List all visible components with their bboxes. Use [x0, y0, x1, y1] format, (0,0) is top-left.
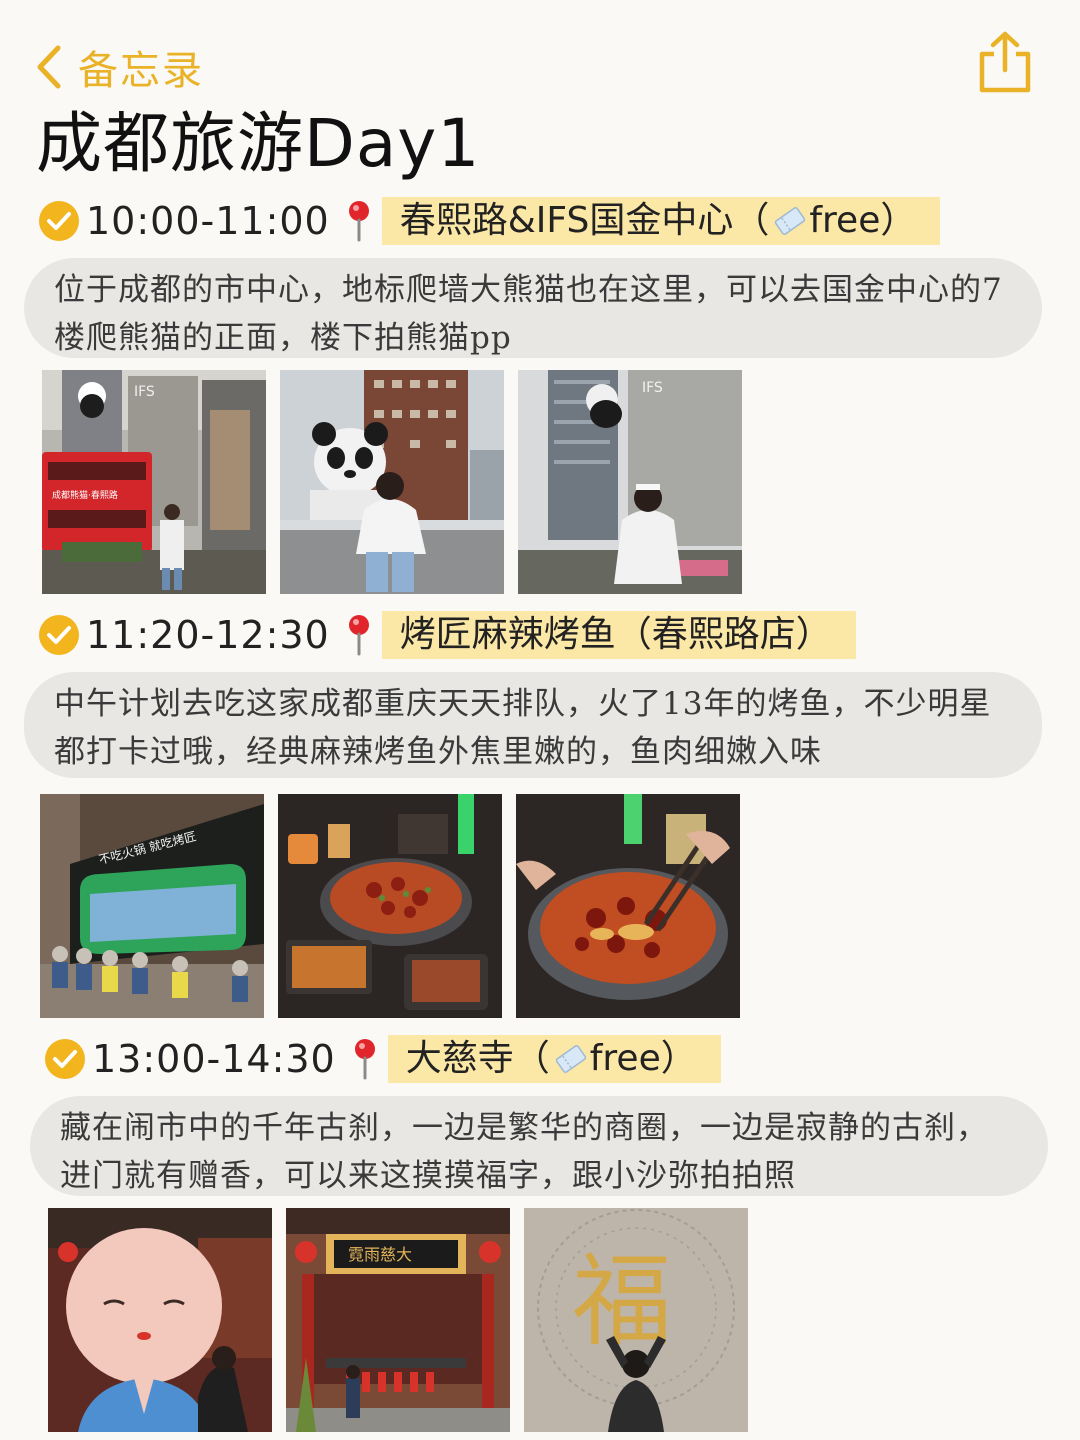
- ifs-sign-text: IFS: [642, 380, 663, 396]
- back-label: 备忘录: [78, 48, 204, 94]
- notes-page: 备忘录 成都旅游Day1 10:00-11:00 春熙路&IFS国金中心（ fr…: [0, 0, 1080, 1440]
- share-button[interactable]: [976, 30, 1034, 94]
- place-name: 大慈寺（: [405, 1038, 550, 1079]
- ifs-sign-text: IFS: [134, 384, 155, 400]
- entry-header: 11:20-12:30 烤匠麻辣烤鱼（春熙路店）: [38, 610, 856, 660]
- entry-description: 位于成都的市中心，地标爬墙大熊猫也在这里，可以去国金中心的7楼爬熊猫的正面，楼下…: [24, 258, 1042, 358]
- photo-grilled-fish-closeup[interactable]: [516, 794, 740, 1018]
- place-close-paren: ）: [880, 200, 917, 241]
- chevron-left-icon: [37, 45, 61, 89]
- ticket-icon: [775, 207, 806, 235]
- photo-row: 不吃火锅 就吃烤匠: [40, 794, 740, 1018]
- photo-restaurant-front[interactable]: 不吃火锅 就吃烤匠: [40, 794, 264, 1018]
- pushpin-icon: [354, 1039, 375, 1080]
- page-title: 成都旅游Day1: [36, 105, 481, 182]
- photo-row: IFS 成都熊猫·春熙路 IFS: [42, 370, 742, 594]
- ticket-price: free: [809, 200, 881, 241]
- ticket-price: free: [589, 1038, 661, 1079]
- ticket-icon: [555, 1045, 586, 1073]
- temple-plaque-text: 霓雨慈大: [348, 1245, 412, 1264]
- entry-description: 中午计划去吃这家成都重庆天天排队，火了13年的烤鱼，不少明星都打卡过哦，经典麻辣…: [24, 672, 1042, 778]
- entry-time: 13:00-14:30: [92, 1037, 336, 1081]
- photo-grilled-fish-table[interactable]: [278, 794, 502, 1018]
- entry-header: 13:00-14:30 大慈寺（ free ）: [44, 1034, 721, 1084]
- place-highlight: 春熙路&IFS国金中心（ free ）: [381, 197, 941, 245]
- entry-header: 10:00-11:00 春熙路&IFS国金中心（ free ）: [38, 196, 941, 246]
- photo-row: 霓雨慈大 福: [48, 1208, 748, 1432]
- place-highlight: 烤匠麻辣烤鱼（春熙路店）: [381, 611, 856, 659]
- share-icon: [979, 31, 1031, 93]
- checkmark-icon: [39, 201, 79, 241]
- place-name: 烤匠麻辣烤鱼（春熙路店）: [399, 614, 832, 655]
- photo-ifs-street[interactable]: IFS 成都熊猫·春熙路: [42, 370, 266, 594]
- checkmark-icon: [45, 1039, 85, 1079]
- entry-time: 11:20-12:30: [86, 613, 330, 657]
- photo-ifs-panda-wall[interactable]: IFS: [518, 370, 742, 594]
- place-highlight: 大慈寺（ free ）: [387, 1035, 721, 1083]
- pushpin-icon: [348, 615, 369, 656]
- place-name: 春熙路&IFS国金中心（: [399, 200, 770, 241]
- place-close-paren: ）: [660, 1038, 697, 1079]
- bus-banner-text: 成都熊猫·春熙路: [52, 489, 118, 501]
- photo-fu-character-wall[interactable]: 福: [524, 1208, 748, 1432]
- entry-description: 藏在闹市中的千年古刹，一边是繁华的商圈，一边是寂静的古刹，进门就有赠香，可以来这…: [30, 1096, 1048, 1196]
- entry-time: 10:00-11:00: [86, 199, 330, 243]
- back-button[interactable]: 备忘录: [34, 38, 204, 96]
- photo-little-monk-statue[interactable]: [48, 1208, 272, 1432]
- photo-temple-gate[interactable]: 霓雨慈大: [286, 1208, 510, 1432]
- photo-panda-statue[interactable]: [280, 370, 504, 594]
- checkmark-icon: [39, 615, 79, 655]
- pushpin-icon: [348, 201, 369, 242]
